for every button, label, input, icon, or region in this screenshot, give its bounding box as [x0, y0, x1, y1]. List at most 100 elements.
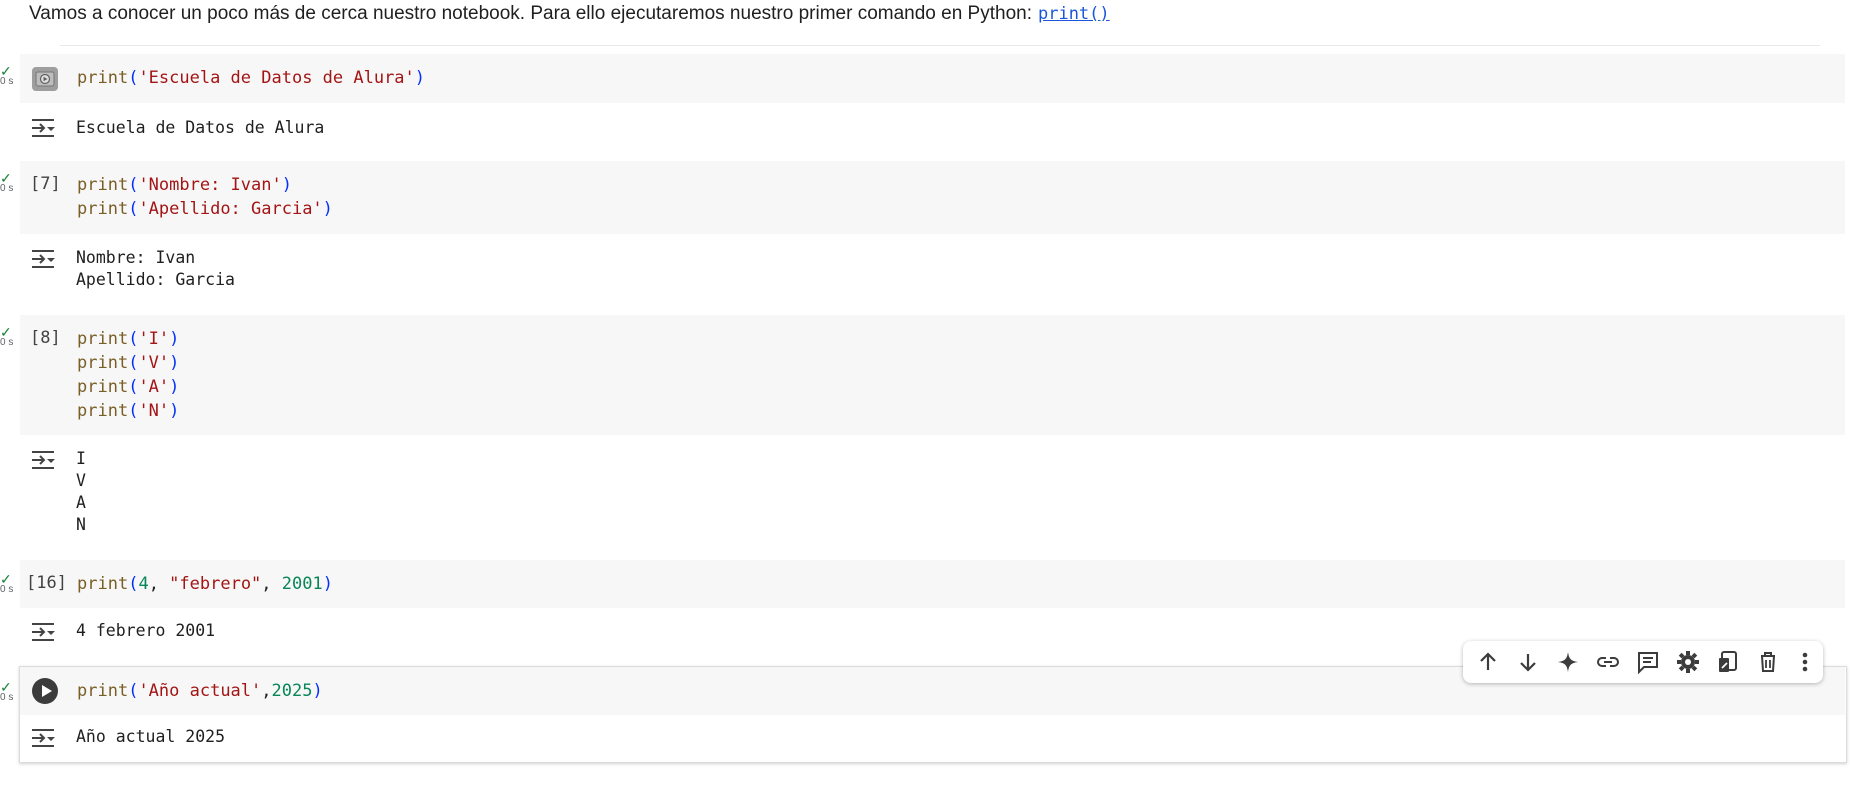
code-line[interactable]: print(4, "febrero", 2001) — [77, 572, 333, 596]
markdown-intro: Vamos a conocer un poco más de cerca nue… — [29, 3, 1110, 25]
code-token: ) — [281, 175, 292, 195]
cell-input[interactable]: print('Escuela de Datos de Alura') — [20, 54, 1845, 103]
cell-output: Nombre: Ivan Apellido: Garcia — [20, 234, 1845, 314]
code-token: 'V' — [138, 353, 170, 373]
output-line: Nombre: Ivan — [76, 248, 196, 267]
more-vert-icon[interactable] — [1791, 648, 1819, 676]
cell-status: ✓ 0 s — [0, 171, 16, 194]
gear-icon[interactable] — [1674, 648, 1702, 676]
code-line[interactable]: print('Apellido: Garcia') — [77, 197, 333, 221]
output-line: Apellido: Garcia — [76, 270, 235, 289]
code-lines[interactable]: print('Año actual',2025) — [77, 679, 323, 703]
code-token: print — [77, 353, 129, 373]
code-token: 'Escuela de Datos de Alura' — [138, 68, 415, 88]
code-token: 2001 — [281, 574, 323, 594]
code-token: print — [77, 377, 129, 397]
code-token: print — [77, 68, 129, 88]
code-line[interactable]: print('Nombre: Ivan') — [77, 173, 333, 197]
code-lines[interactable]: print('Nombre: Ivan') print('Apellido: Ga… — [77, 173, 333, 221]
code-lines[interactable]: print('I') print('V') print('A') print('N') — [77, 327, 179, 423]
output-line: I — [76, 449, 86, 468]
execution-count: [16] — [26, 573, 67, 593]
code-token: print — [77, 329, 129, 349]
code-token: print — [77, 681, 129, 701]
code-token: ( — [128, 574, 139, 594]
cell-status: ✓ 0 s — [0, 64, 16, 87]
code-token: ) — [169, 329, 180, 349]
output-line: Año actual 2025 — [76, 727, 226, 746]
output-text: Año actual 2025 — [76, 726, 225, 748]
code-token: ( — [128, 353, 139, 373]
cell-status: ✓ 0 s — [0, 325, 16, 348]
code-token: 4 — [138, 574, 149, 594]
code-token: ( — [128, 401, 139, 421]
output-line: N — [76, 515, 86, 534]
execution-count: [7] — [30, 174, 61, 194]
code-token: 2025 — [271, 681, 313, 701]
code-token: print — [77, 401, 129, 421]
code-token: 'I' — [138, 329, 170, 349]
code-token: ( — [128, 377, 139, 397]
cell-output: Escuela de Datos de Alura — [20, 103, 1845, 163]
gemini-sparkle-icon[interactable] — [1554, 648, 1582, 676]
code-token: 'Apellido: Garcia' — [138, 199, 323, 219]
mirror-cell-icon[interactable] — [1714, 648, 1742, 676]
code-line[interactable]: print('Año actual',2025) — [77, 679, 323, 703]
code-token: ) — [322, 574, 333, 594]
cell-input[interactable]: [16] print(4, "febrero", 2001) — [20, 560, 1845, 608]
code-token: , — [261, 681, 272, 701]
code-token: ( — [128, 329, 139, 349]
link-icon[interactable] — [1594, 648, 1622, 676]
code-token: 'A' — [138, 377, 170, 397]
code-token: 'N' — [138, 401, 170, 421]
code-token: print — [77, 199, 129, 219]
output-toggle-icon[interactable] — [30, 727, 56, 749]
code-token: , — [148, 574, 170, 594]
output-text: Nombre: Ivan Apellido: Garcia — [76, 247, 235, 291]
code-token: ( — [128, 681, 139, 701]
code-line[interactable]: print('Escuela de Datos de Alura') — [77, 66, 425, 90]
output-line: Escuela de Datos de Alura — [76, 118, 325, 137]
output-line: V — [76, 471, 86, 490]
code-token: ) — [414, 68, 426, 88]
cell-input[interactable]: [7] print('Nombre: Ivan') print('Apellido… — [20, 161, 1845, 234]
output-text: 4 febrero 2001 — [76, 620, 215, 642]
code-token: ) — [322, 199, 333, 219]
code-token: "febrero" — [169, 574, 262, 594]
code-token: 'Año actual' — [138, 681, 262, 701]
output-line: A — [76, 493, 86, 512]
code-lines[interactable]: print(4, "febrero", 2001) — [77, 572, 333, 596]
output-text: IVAN — [76, 448, 86, 536]
arrow-down-icon[interactable] — [1514, 648, 1542, 676]
code-line[interactable]: print('A') — [77, 375, 179, 399]
output-toggle-icon[interactable] — [30, 449, 56, 471]
cell-status: ✓ 0 s — [0, 680, 16, 703]
cell-output: IVAN — [20, 435, 1845, 560]
run-cell-button[interactable] — [32, 678, 58, 704]
code-line[interactable]: print('N') — [77, 399, 179, 423]
code-lines[interactable]: print('Escuela de Datos de Alura') — [77, 66, 425, 90]
output-toggle-icon[interactable] — [30, 248, 56, 270]
code-token: ) — [169, 353, 180, 373]
code-line[interactable]: print('I') — [77, 327, 179, 351]
code-line[interactable]: print('V') — [77, 351, 179, 375]
camera-icon[interactable] — [31, 66, 59, 92]
print-link[interactable]: print() — [1038, 4, 1110, 24]
intro-text: Vamos a conocer un poco más de cerca nue… — [29, 3, 1032, 24]
comment-icon[interactable] — [1634, 648, 1662, 676]
code-token: ( — [128, 175, 139, 195]
divider — [60, 45, 1820, 46]
execution-count: [8] — [30, 328, 61, 348]
code-token: ) — [169, 401, 180, 421]
output-toggle-icon[interactable] — [30, 621, 56, 643]
cell-input[interactable]: [8] print('I') print('V') print('A') print(… — [20, 315, 1845, 435]
output-toggle-icon[interactable] — [30, 117, 56, 139]
trash-icon[interactable] — [1754, 648, 1782, 676]
code-token: ( — [128, 68, 139, 88]
arrow-up-icon[interactable] — [1474, 648, 1502, 676]
cell-toolbar — [1463, 641, 1823, 683]
cell-status: ✓ 0 s — [0, 572, 16, 595]
output-line: 4 febrero 2001 — [76, 621, 216, 640]
cell-output: Año actual 2025 — [20, 715, 1845, 761]
code-token: print — [77, 574, 129, 594]
